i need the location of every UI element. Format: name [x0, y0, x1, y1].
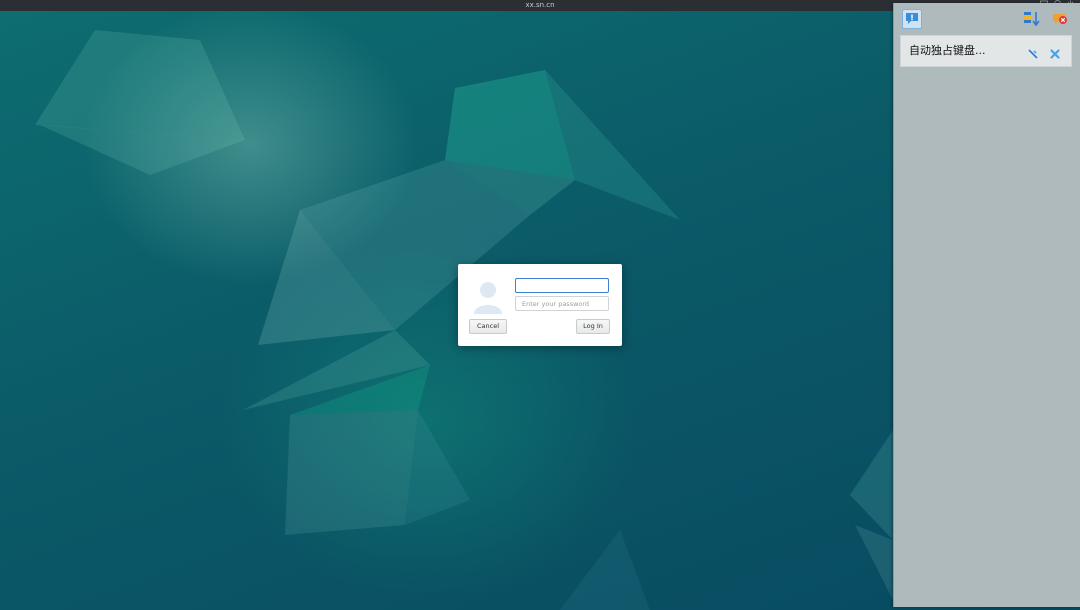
panel-header [894, 3, 1080, 33]
message-alert-icon[interactable] [902, 9, 922, 29]
clear-notifications-icon[interactable] [1050, 9, 1070, 29]
password-input[interactable] [515, 296, 609, 311]
hostname-label: xx.sn.cn [525, 1, 555, 9]
pin-icon[interactable] [1027, 45, 1039, 59]
notification-text: 自动独占键盘... [909, 44, 986, 57]
notification-panel: 自动独占键盘... [893, 3, 1080, 607]
user-avatar-icon [472, 280, 504, 314]
sort-icon[interactable] [1022, 9, 1042, 29]
username-input[interactable] [515, 278, 609, 293]
close-icon[interactable] [1049, 45, 1061, 59]
login-button[interactable]: Log In [576, 319, 610, 334]
login-dialog: Cancel Log In [458, 264, 622, 346]
cancel-button[interactable]: Cancel [469, 319, 507, 334]
notification-item[interactable]: 自动独占键盘... [900, 35, 1072, 67]
